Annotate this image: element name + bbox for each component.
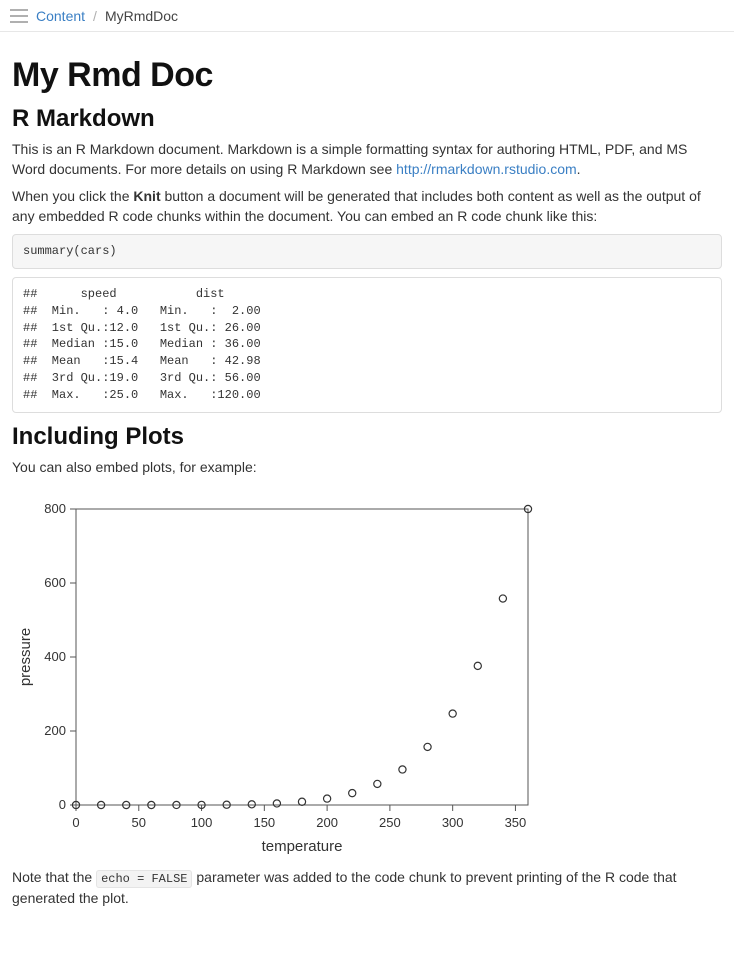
svg-text:600: 600 xyxy=(44,575,66,590)
echo-false-code: echo = FALSE xyxy=(96,870,192,888)
breadcrumb-bar: Content / MyRmdDoc xyxy=(0,0,734,32)
svg-text:350: 350 xyxy=(505,815,527,830)
footnote-a: Note that the xyxy=(12,869,96,885)
output-summary: ## speed dist ## Min. : 4.0 Min. : 2.00 … xyxy=(12,277,722,413)
svg-text:0: 0 xyxy=(59,797,66,812)
svg-text:400: 400 xyxy=(44,649,66,664)
intro-text-2a: When you click the xyxy=(12,188,133,204)
section-heading-plots: Including Plots xyxy=(12,423,722,451)
intro-paragraph-2: When you click the Knit button a documen… xyxy=(12,186,722,227)
svg-text:0: 0 xyxy=(72,815,79,830)
pressure-plot: 0 50 100 150 200 250 300 350 0 200 400 600 800 temper… xyxy=(12,491,542,861)
svg-text:800: 800 xyxy=(44,501,66,516)
breadcrumb-separator: / xyxy=(93,8,97,24)
svg-text:150: 150 xyxy=(253,815,275,830)
svg-text:50: 50 xyxy=(132,815,146,830)
svg-text:temperature: temperature xyxy=(262,838,343,855)
svg-text:100: 100 xyxy=(191,815,213,830)
breadcrumb-root[interactable]: Content xyxy=(36,8,85,24)
svg-text:250: 250 xyxy=(379,815,401,830)
document-content: My Rmd Doc R Markdown This is an R Markd… xyxy=(0,32,734,955)
rmarkdown-link[interactable]: http://rmarkdown.rstudio.com xyxy=(396,161,577,177)
page-title: My Rmd Doc xyxy=(12,56,722,95)
intro-text-1a: This is an R Markdown document. Markdown… xyxy=(12,141,687,177)
intro-text-1b: . xyxy=(577,161,581,177)
code-chunk-summary: summary(cars) xyxy=(12,234,722,269)
breadcrumb-current: MyRmdDoc xyxy=(105,8,178,24)
plots-intro: You can also embed plots, for example: xyxy=(12,457,722,477)
intro-paragraph-1: This is an R Markdown document. Markdown… xyxy=(12,139,722,180)
section-heading-rmarkdown: R Markdown xyxy=(12,105,722,133)
svg-text:pressure: pressure xyxy=(17,628,34,686)
svg-text:300: 300 xyxy=(442,815,464,830)
svg-text:200: 200 xyxy=(44,723,66,738)
knit-bold: Knit xyxy=(133,188,160,204)
plot-footnote: Note that the echo = FALSE parameter was… xyxy=(12,867,722,909)
plot-container: 0 50 100 150 200 250 300 350 0 200 400 600 800 temper… xyxy=(12,491,722,861)
hamburger-icon[interactable] xyxy=(10,9,28,23)
svg-text:200: 200 xyxy=(316,815,338,830)
